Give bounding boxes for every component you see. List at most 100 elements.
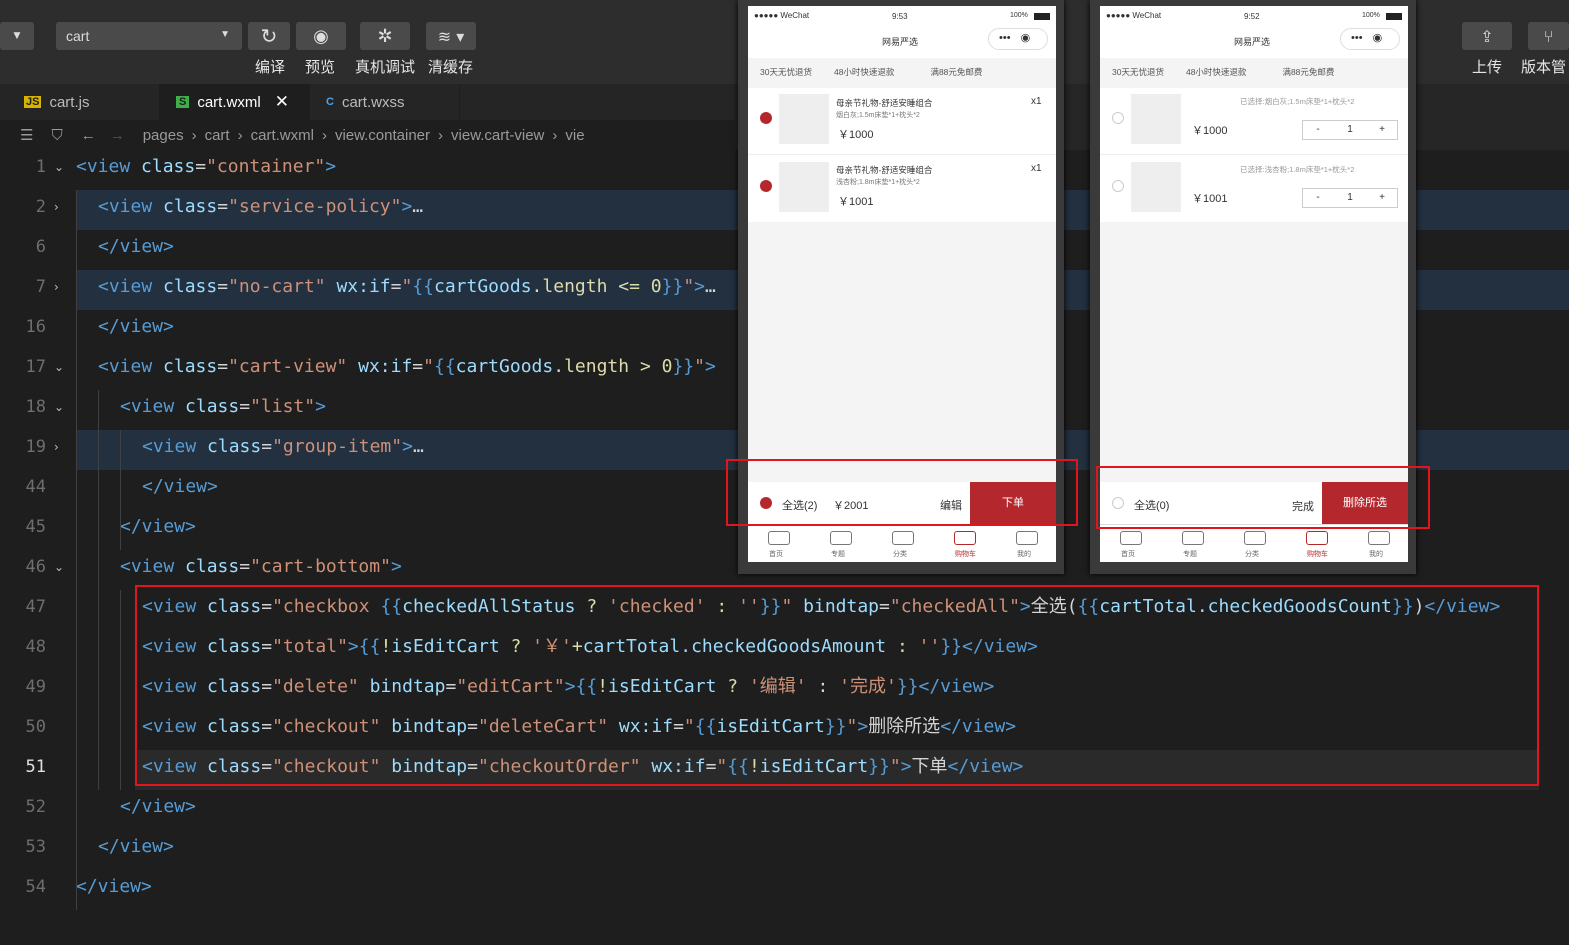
menu-dropdown[interactable]: ▼: [0, 22, 34, 50]
category-icon[interactable]: [892, 531, 914, 545]
tab-bar-label[interactable]: 分类: [1245, 549, 1259, 559]
code-token: "cart-view": [228, 356, 359, 377]
breadcrumb-item[interactable]: view.cart-view: [451, 127, 544, 144]
code-token: "group-item": [272, 436, 403, 457]
topic-icon[interactable]: [830, 531, 852, 545]
tab-bar-label[interactable]: 专题: [1183, 549, 1197, 559]
fold-expanded-icon[interactable]: ⌄: [54, 390, 64, 430]
code-line[interactable]: <view class="service-policy">…: [98, 190, 423, 230]
code-line[interactable]: <view class="group-item">…: [142, 430, 424, 470]
list-icon[interactable]: ☰: [20, 126, 33, 144]
fold-expanded-icon[interactable]: ⌄: [54, 350, 64, 390]
breadcrumb-item[interactable]: pages: [143, 127, 184, 144]
back-arrow-icon[interactable]: ←: [81, 127, 96, 144]
code-line[interactable]: </view>: [98, 830, 174, 870]
code-line[interactable]: <view class="cart-view" wx:if="{{cartGoo…: [98, 350, 716, 390]
preview-button[interactable]: ◉: [296, 22, 346, 50]
fold-expanded-icon[interactable]: ⌄: [54, 150, 64, 190]
tab-bar-label[interactable]: 我的: [1017, 549, 1031, 559]
code-token: "service-policy": [228, 196, 402, 217]
code-token: class: [163, 276, 218, 297]
code-line[interactable]: </view>: [120, 790, 196, 830]
refresh-icon: ↻: [260, 24, 278, 48]
breadcrumb-item[interactable]: cart: [205, 127, 230, 144]
plus-button[interactable]: +: [1367, 124, 1397, 135]
user-icon[interactable]: [1368, 531, 1390, 545]
selected-spec[interactable]: 已选择:烟白灰;1.5m床垫*1+枕头*2: [1240, 96, 1354, 107]
code-token: .: [553, 356, 565, 377]
breadcrumb-item[interactable]: vie: [565, 127, 584, 144]
more-icon[interactable]: •••: [999, 32, 1011, 44]
capsule-menu[interactable]: ••• ◉: [988, 28, 1048, 50]
user-icon[interactable]: [1016, 531, 1038, 545]
tab-bar-label[interactable]: 首页: [769, 549, 783, 559]
minus-button[interactable]: -: [1303, 192, 1333, 203]
clear-cache-button[interactable]: ≋ ▾: [426, 22, 476, 50]
minus-button[interactable]: -: [1303, 124, 1333, 135]
fold-collapsed-icon[interactable]: ›: [54, 430, 59, 470]
tab-bar-label[interactable]: 我的: [1369, 549, 1383, 559]
plus-button[interactable]: +: [1367, 192, 1397, 203]
more-icon[interactable]: •••: [1351, 32, 1363, 44]
code-line[interactable]: </view>: [98, 310, 174, 350]
code-line[interactable]: </view>: [142, 470, 218, 510]
code-line[interactable]: <view class="no-cart" wx:if="{{cartGoods…: [98, 270, 716, 310]
fold-expanded-icon[interactable]: ⌄: [54, 550, 64, 590]
topic-icon[interactable]: [1182, 531, 1204, 545]
fold-collapsed-icon[interactable]: ›: [54, 190, 59, 230]
target-icon[interactable]: ◉: [1373, 32, 1383, 44]
tab-bar-label[interactable]: 购物车: [955, 549, 976, 559]
tab-label: cart.wxml: [197, 93, 261, 111]
code-line[interactable]: <view class="list">: [120, 390, 326, 430]
product-name: 母亲节礼物-舒适安睡组合: [836, 98, 933, 108]
tab-bar-label[interactable]: 专题: [831, 549, 845, 559]
close-icon[interactable]: ✕: [275, 92, 289, 112]
quantity-stepper[interactable]: - 1 +: [1302, 120, 1398, 140]
bookmark-icon[interactable]: ⛉: [51, 127, 62, 144]
compile-mode-select[interactable]: cart ▼: [56, 22, 242, 50]
category-icon[interactable]: [1244, 531, 1266, 545]
checkbox-checked-icon[interactable]: [760, 112, 772, 124]
policy-item: 48小时快速退款: [1185, 67, 1247, 77]
checkbox-unchecked-icon[interactable]: [1112, 112, 1124, 124]
checkbox-checked-icon[interactable]: [760, 180, 772, 192]
line-number: 48: [25, 637, 46, 657]
version-button[interactable]: ⑂: [1528, 22, 1569, 50]
clock-text: 9:53: [892, 12, 908, 21]
tab-bar-label[interactable]: 首页: [1121, 549, 1135, 559]
tab-bar-label[interactable]: 购物车: [1307, 549, 1328, 559]
target-icon[interactable]: ◉: [1021, 32, 1031, 44]
chevron-right-icon: ›: [321, 126, 327, 144]
quantity-stepper[interactable]: - 1 +: [1302, 188, 1398, 208]
checkbox-unchecked-icon[interactable]: [1112, 180, 1124, 192]
code-token: <view: [98, 196, 164, 217]
compile-button[interactable]: ↻: [248, 22, 290, 50]
code-line[interactable]: </view>: [120, 510, 196, 550]
quantity-value[interactable]: 1: [1335, 124, 1365, 135]
code-token: …: [412, 196, 424, 217]
breadcrumb-item[interactable]: view.container: [335, 127, 430, 144]
home-icon[interactable]: [768, 531, 790, 545]
code-line[interactable]: </view>: [98, 230, 174, 270]
capsule-menu[interactable]: ••• ◉: [1340, 28, 1400, 50]
forward-arrow-icon[interactable]: →: [110, 127, 125, 144]
code-line[interactable]: <view class="cart-bottom">: [120, 550, 402, 590]
home-icon[interactable]: [1120, 531, 1142, 545]
code-line[interactable]: <view class="container">: [76, 150, 336, 190]
selected-spec[interactable]: 已选择:浅杏粉;1.8m床垫*1+枕头*2: [1240, 164, 1354, 175]
fold-collapsed-icon[interactable]: ›: [54, 270, 59, 310]
tab-cart-js[interactable]: JS cart.js: [0, 84, 160, 120]
quantity-value[interactable]: 1: [1335, 192, 1365, 203]
code-line[interactable]: </view>: [76, 870, 152, 910]
tab-cart-wxml[interactable]: Scart.wxml ✕: [160, 84, 310, 120]
upload-button[interactable]: ⇪: [1462, 22, 1512, 50]
remote-debug-button[interactable]: ✲: [360, 22, 410, 50]
breadcrumb-item[interactable]: cart.wxml: [251, 127, 314, 144]
tab-bar-label[interactable]: 分类: [893, 549, 907, 559]
code-token: >: [315, 396, 326, 417]
cart-icon[interactable]: [954, 531, 976, 545]
highlight-box: [1096, 466, 1430, 529]
tab-cart-wxss[interactable]: Ccart.wxss: [310, 84, 460, 120]
cart-icon[interactable]: [1306, 531, 1328, 545]
